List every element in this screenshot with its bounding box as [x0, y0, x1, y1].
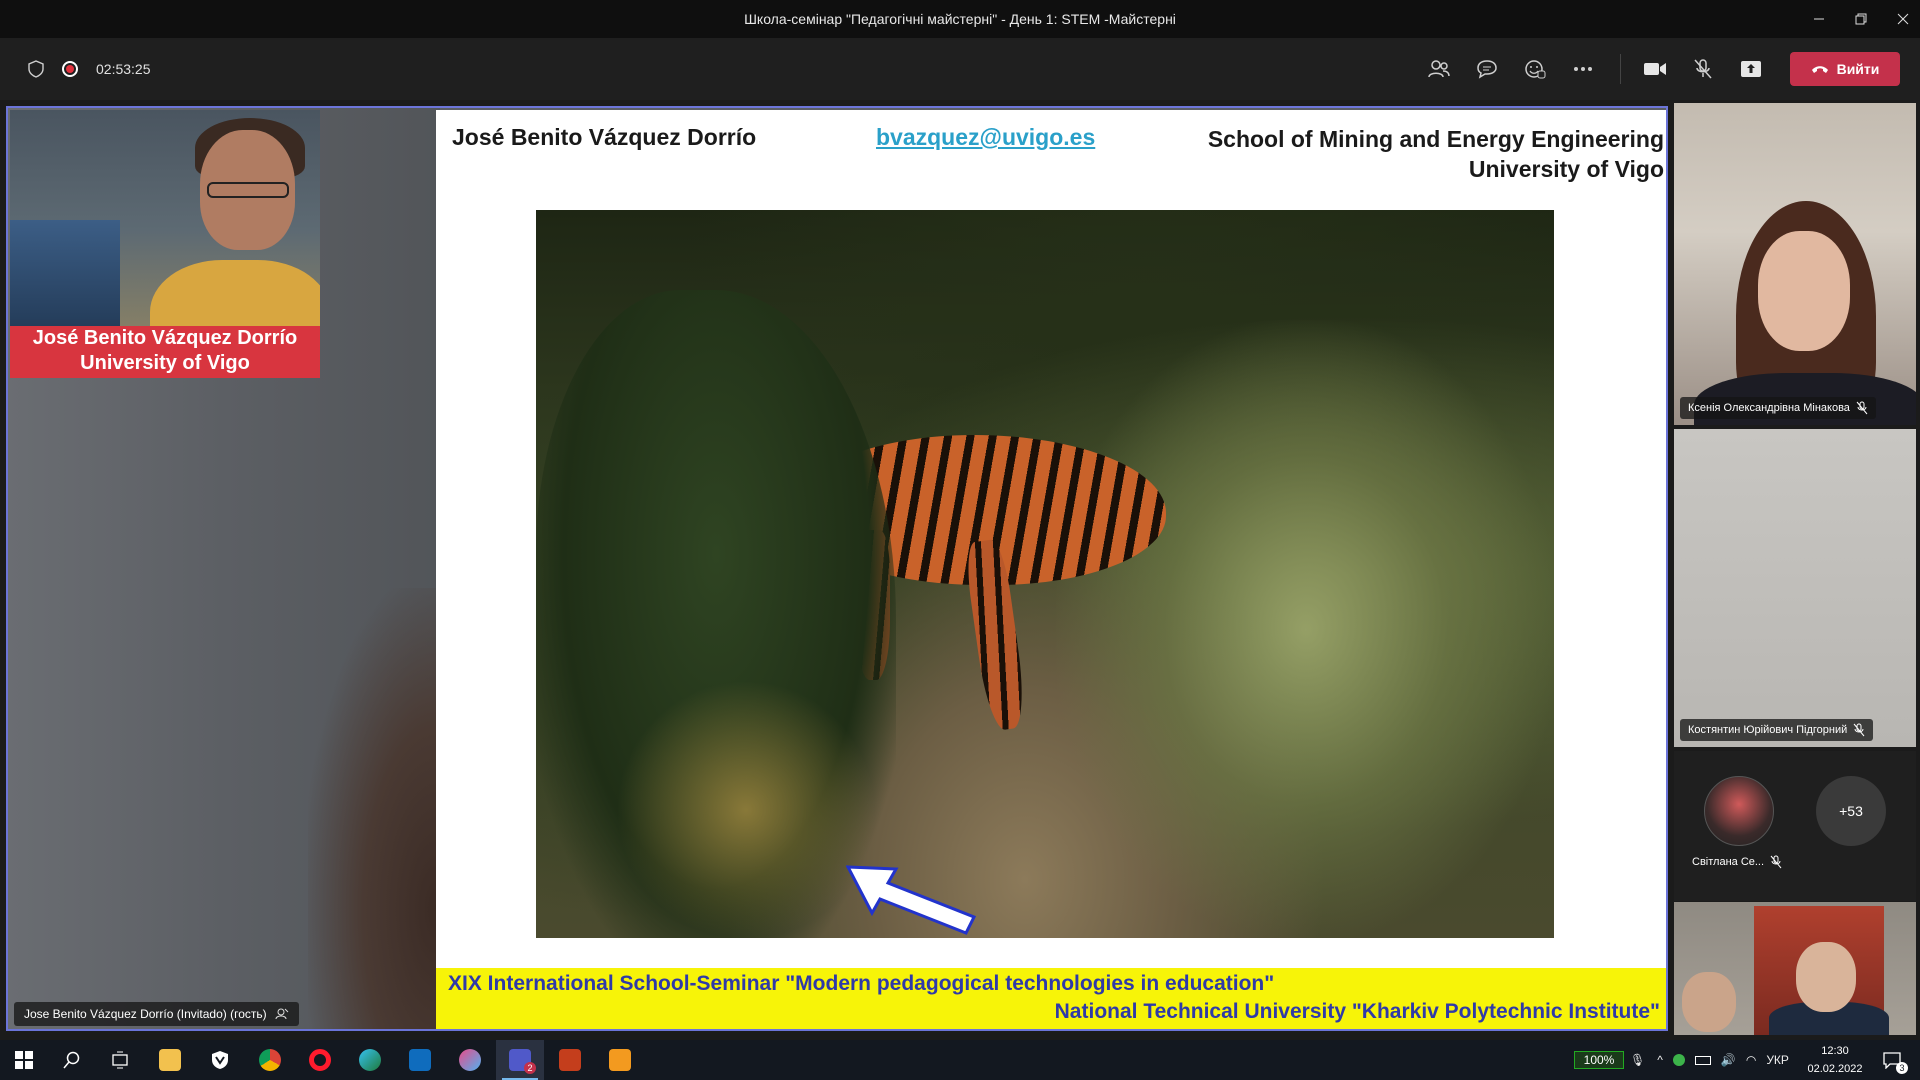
presenter-affiliation: University of Vigo — [80, 352, 250, 374]
opera-icon[interactable] — [296, 1040, 344, 1080]
minimize-icon[interactable] — [1796, 0, 1842, 38]
pin-participant-icon[interactable] — [275, 1008, 289, 1020]
participant-overflow-row: Світлана Се... +53 — [1674, 751, 1916, 901]
clock-date: 02.02.2022 — [1807, 1063, 1863, 1075]
teams-badge: 2 — [524, 1062, 536, 1074]
participants-icon[interactable] — [1419, 38, 1459, 100]
clock-time: 12:30 — [1821, 1045, 1849, 1057]
slide-tiger-photo — [536, 210, 1554, 938]
notification-count-badge: 3 — [1896, 1062, 1908, 1074]
presenter-glasses — [207, 182, 289, 198]
avatar[interactable] — [1704, 776, 1774, 846]
file-explorer-icon[interactable] — [146, 1040, 194, 1080]
more-participants-button[interactable]: +53 — [1816, 776, 1886, 846]
volume-icon[interactable]: 🔊 — [1721, 1053, 1736, 1067]
chevron-up-icon[interactable]: ^ — [1657, 1053, 1663, 1067]
camera-icon[interactable] — [1635, 38, 1675, 100]
restore-icon[interactable] — [1838, 0, 1884, 38]
presentation-slide: José Benito Vázquez Dorrío bvazquez@uvig… — [436, 110, 1666, 1029]
meeting-toolbar: 02:53:25 Вийти — [0, 38, 1920, 100]
status-tray-icon[interactable] — [1672, 1054, 1685, 1066]
presenter-banner: José Benito Vázquez Dorrío University of… — [10, 326, 320, 378]
participant-face — [1758, 231, 1850, 351]
microphone-muted-icon — [1853, 723, 1865, 737]
shield-icon — [28, 60, 44, 78]
window-titlebar: Школа-семінар "Педагогічні майстерні" - … — [0, 0, 1920, 38]
paint-icon[interactable] — [446, 1040, 494, 1080]
slide-affiliation: School of Mining and Energy Engineering … — [1208, 124, 1664, 184]
mail-icon[interactable] — [396, 1040, 444, 1080]
task-view-icon[interactable] — [96, 1040, 144, 1080]
microphone-muted-icon — [1856, 401, 1868, 415]
close-icon[interactable] — [1880, 0, 1920, 38]
participant-label: Костянтин Юрійович Підгорний — [1680, 719, 1874, 741]
chrome-icon[interactable] — [246, 1040, 294, 1080]
sticky-app-icon[interactable] — [596, 1040, 644, 1080]
phone-hangup-icon — [1811, 66, 1828, 73]
taskbar-clock[interactable]: 12:30 02.02.2022 — [1800, 1042, 1870, 1078]
photo-bush-flowers — [616, 680, 876, 938]
microphone-muted-icon[interactable] — [1683, 38, 1723, 100]
edge-icon[interactable] — [346, 1040, 394, 1080]
slide-author: José Benito Vázquez Dorrío — [452, 124, 757, 150]
participant-tile[interactable]: Ксенія Олександрівна Мінакова — [1674, 103, 1916, 425]
system-tray: 🎙 ^ 🔊 ◠ УКР — [1630, 1040, 1789, 1080]
shared-content-stage: José Benito Vázquez Dorrío University of… — [6, 106, 1668, 1031]
reactions-icon[interactable] — [1515, 38, 1555, 100]
participant-tile[interactable]: Костянтин Юрійович Підгорний — [1674, 429, 1916, 747]
microphone-tray-icon[interactable]: 🎙 — [1630, 1053, 1645, 1067]
participant-label: Світлана Се... — [1692, 855, 1782, 869]
presenter-name: José Benito Vázquez Dorrío — [32, 327, 298, 349]
slide-email-link: bvazquez@uvigo.es — [876, 124, 1096, 150]
slide-school: School of Mining and Energy Engineering — [1207, 126, 1664, 152]
wifi-icon[interactable]: ◠ — [1746, 1053, 1756, 1067]
slide-university: University of Vigo — [1468, 156, 1664, 182]
participant-label: Ксенія Олександрівна Мінакова — [1680, 397, 1876, 419]
microphone-muted-icon — [1770, 855, 1782, 869]
powerpoint-icon[interactable] — [546, 1040, 594, 1080]
participant-name: Світлана Се... — [1692, 856, 1765, 868]
windows-start-icon[interactable] — [0, 1040, 48, 1080]
participant-name: Костянтин Юрійович Підгорний — [1688, 724, 1848, 736]
share-screen-icon[interactable] — [1731, 38, 1771, 100]
leave-button-label: Вийти — [1836, 61, 1880, 77]
chat-icon[interactable] — [1467, 38, 1507, 100]
photo-bush-right — [1056, 320, 1554, 938]
teams-icon[interactable]: 2 — [496, 1040, 544, 1080]
battery-icon[interactable] — [1694, 1055, 1711, 1065]
participant-tile[interactable] — [1674, 902, 1916, 1035]
search-icon[interactable] — [48, 1040, 96, 1080]
zoom-level-badge[interactable]: 100% — [1574, 1051, 1624, 1069]
window-title: Школа-семінар "Педагогічні майстерні" - … — [744, 11, 1176, 27]
slide-footer: XIX International School-Seminar "Modern… — [436, 968, 1666, 1029]
windows-taskbar: 2 100% 🎙 ^ 🔊 ◠ УКР 12:30 02.02.2022 3 — [0, 1040, 1920, 1080]
meeting-timer: 02:53:25 — [96, 61, 151, 77]
notifications-icon[interactable]: 3 — [1868, 1040, 1916, 1080]
speaker-name-label: Jose Benito Vázquez Dorrío (Invitado) (г… — [14, 1002, 299, 1026]
leave-button[interactable]: Вийти — [1790, 52, 1900, 86]
participant-face — [1796, 942, 1856, 1012]
speaker-name: Jose Benito Vázquez Dorrío (Invitado) (г… — [24, 1007, 267, 1021]
slide-footer-institution: National Technical University "Kharkiv P… — [1054, 1000, 1660, 1023]
white-arrow-icon — [846, 865, 976, 935]
recording-icon — [62, 61, 78, 77]
slide-footer-event: XIX International School-Seminar "Modern… — [448, 972, 1275, 995]
language-indicator[interactable]: УКР — [1766, 1053, 1789, 1067]
toolbar-divider — [1620, 54, 1621, 84]
more-options-icon[interactable] — [1563, 38, 1603, 100]
antivirus-icon[interactable] — [196, 1040, 244, 1080]
participant-face — [1682, 972, 1736, 1032]
participant-name: Ксенія Олександрівна Мінакова — [1688, 402, 1850, 414]
